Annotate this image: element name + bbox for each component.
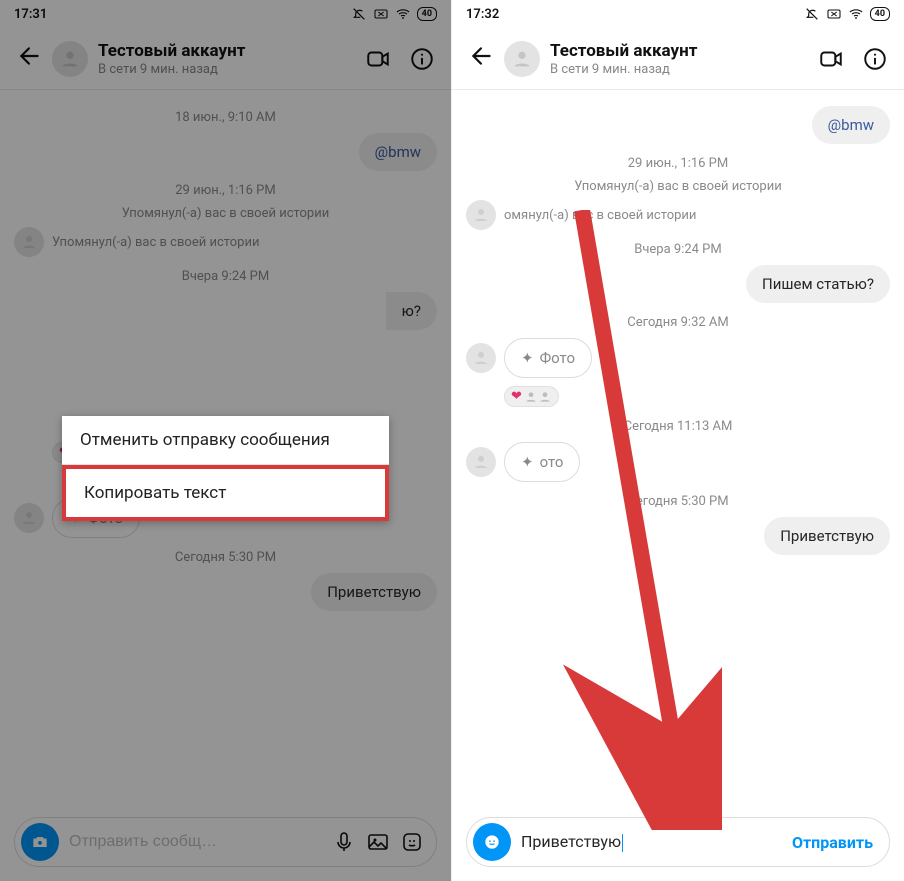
avatar[interactable]: [466, 447, 496, 477]
avatar[interactable]: [14, 503, 44, 533]
time-separator: 29 июн., 1:16 PM: [14, 183, 437, 198]
time-separator: Вчера 9:24 PM: [14, 269, 437, 284]
menu-copy-text[interactable]: Копировать текст: [62, 465, 389, 521]
avatar[interactable]: [466, 200, 496, 230]
wifi-icon: [395, 6, 411, 22]
info-button[interactable]: [405, 42, 439, 76]
camera-button[interactable]: [21, 823, 59, 861]
video-call-button[interactable]: [814, 42, 848, 76]
tap-icon: ✦: [521, 349, 534, 367]
story-mention: Упомянул(-а) вас в своей истории: [14, 206, 437, 221]
message-bubble-partial[interactable]: ю?: [386, 292, 437, 330]
send-button[interactable]: Отправить: [784, 833, 881, 852]
phone-right: 17:32 40 Тестовый аккаунт В сети 9 мин. …: [452, 0, 904, 881]
story-mention: омянул(-а) вас в своей истории: [504, 208, 696, 223]
time-separator: Сегодня 9:32 AM: [466, 315, 890, 330]
message-input[interactable]: [59, 833, 332, 851]
text-caret: [622, 834, 623, 852]
menu-unsend[interactable]: Отменить отправку сообщения: [62, 416, 389, 464]
mic-icon[interactable]: [332, 830, 356, 854]
message-bubble[interactable]: @bmw: [812, 106, 890, 144]
image-icon[interactable]: [366, 830, 390, 854]
close-box-icon: [826, 6, 842, 22]
message-photo[interactable]: ✦Фото: [504, 338, 592, 378]
status-time: 17:31: [14, 7, 47, 22]
message-bubble[interactable]: Пишем статью?: [746, 265, 890, 303]
context-menu: Отменить отправку сообщения Копировать т…: [62, 416, 389, 521]
story-mention: Упомянул(-а) вас в своей истории: [466, 179, 890, 194]
chat-body[interactable]: @bmw 29 июн., 1:16 PM Упомянул(-а) вас в…: [452, 90, 904, 807]
tap-icon: ✦: [521, 453, 534, 471]
status-time: 17:32: [466, 7, 499, 22]
composer: [14, 817, 437, 867]
wifi-icon: [848, 6, 864, 22]
story-mention: Упомянул(-а) вас в своей истории: [52, 235, 259, 250]
chat-subtitle: В сети 9 мин. назад: [98, 62, 361, 77]
time-separator: Сегодня 11:13 AM: [466, 419, 890, 434]
time-separator: Сегодня 5:30 PM: [14, 550, 437, 565]
chat-header: Тестовый аккаунт В сети 9 мин. назад: [452, 28, 904, 90]
status-bar: 17:31 40: [0, 0, 451, 28]
silent-icon: [351, 6, 367, 22]
info-button[interactable]: [858, 42, 892, 76]
sticker-quick-button[interactable]: [473, 823, 511, 861]
reaction-bar[interactable]: ❤: [504, 386, 559, 407]
message-bubble[interactable]: @bmw: [359, 133, 437, 171]
battery-indicator: 40: [870, 7, 890, 21]
message-bubble[interactable]: Приветствую: [764, 517, 890, 555]
time-separator: Вчера 9:24 PM: [466, 242, 890, 257]
avatar[interactable]: [14, 227, 44, 257]
chat-subtitle: В сети 9 мин. назад: [550, 62, 814, 77]
time-separator: 18 июн., 9:10 AM: [14, 110, 437, 125]
battery-indicator: 40: [417, 7, 437, 21]
silent-icon: [804, 6, 820, 22]
phone-left: 17:31 40 Тестовый аккаунт В сети 9 мин. …: [0, 0, 452, 881]
status-bar: 17:32 40: [452, 0, 904, 28]
back-button[interactable]: [10, 43, 50, 75]
chat-title: Тестовый аккаунт: [98, 41, 361, 61]
avatar[interactable]: [52, 41, 88, 77]
sticker-icon[interactable]: [400, 830, 424, 854]
message-bubble[interactable]: Приветствую: [311, 573, 437, 611]
chat-header: Тестовый аккаунт В сети 9 мин. назад: [0, 28, 451, 90]
avatar[interactable]: [504, 41, 540, 77]
back-button[interactable]: [462, 43, 502, 75]
close-box-icon: [373, 6, 389, 22]
avatar[interactable]: [466, 343, 496, 373]
heart-icon: ❤: [511, 389, 522, 404]
video-call-button[interactable]: [361, 42, 395, 76]
chat-title: Тестовый аккаунт: [550, 41, 814, 61]
time-separator: 29 июн., 1:16 PM: [466, 156, 890, 171]
message-input[interactable]: Приветствую: [511, 832, 784, 852]
message-photo[interactable]: ✦ото: [504, 442, 580, 482]
composer: Приветствую Отправить: [466, 817, 890, 867]
time-separator: Сегодня 5:30 PM: [466, 494, 890, 509]
